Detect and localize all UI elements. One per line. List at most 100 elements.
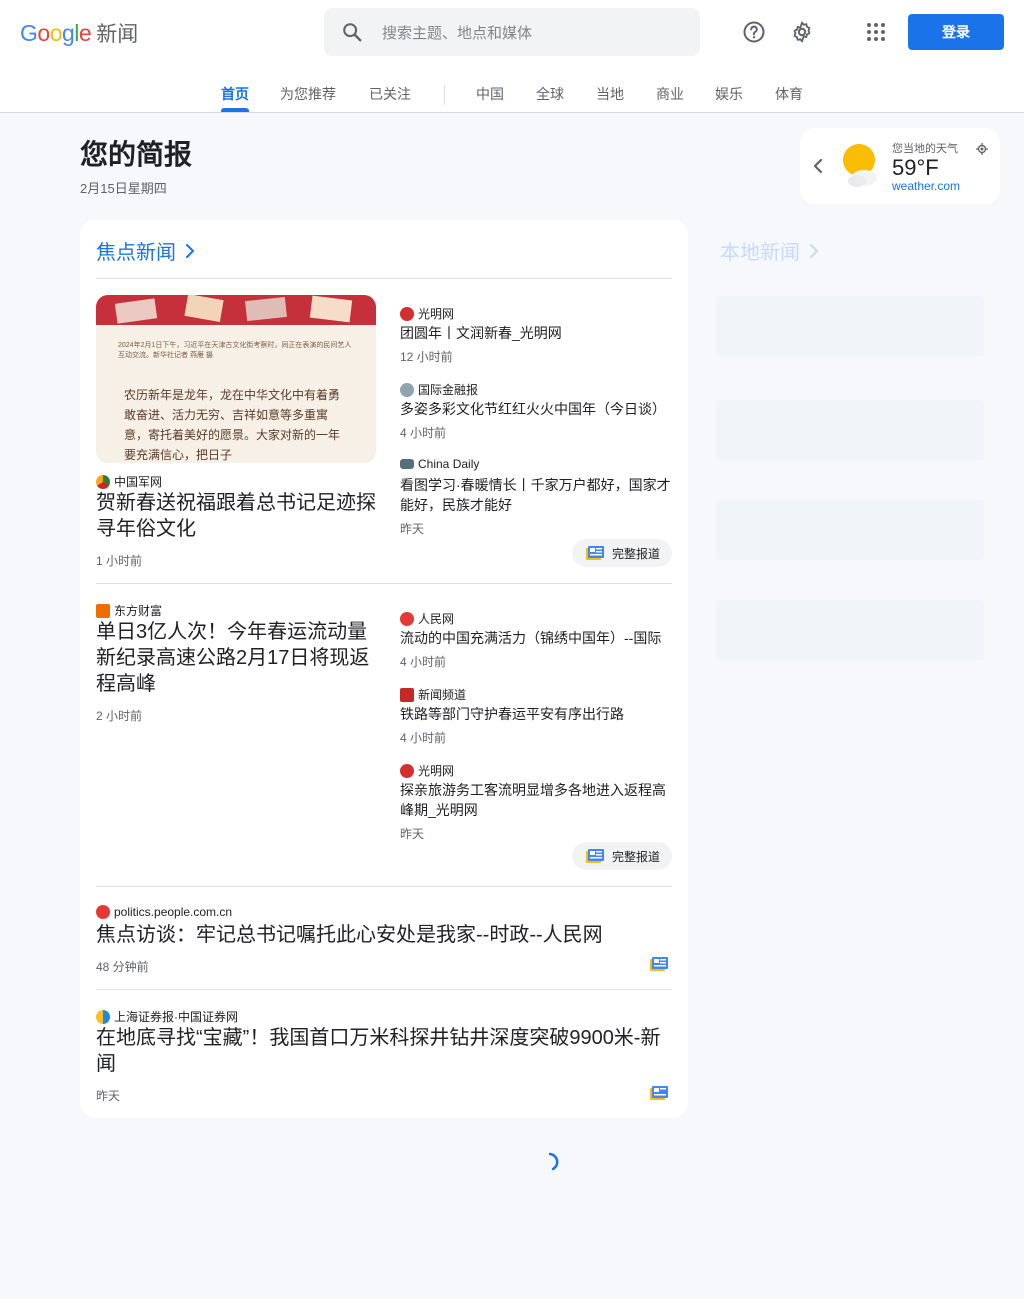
tab-following[interactable]: 已关注 (369, 84, 411, 104)
source-name: 东方财富 (114, 604, 163, 618)
loading-spinner-icon (538, 1150, 562, 1179)
source-name: 光明网 (418, 764, 455, 778)
thumbnail-caption: 2024年2月1日下午，习近平在天津古文化街考察时，同正在表演的民间艺人互动交流… (118, 342, 352, 359)
tab-for-you[interactable]: 为您推荐 (280, 84, 336, 104)
search-box[interactable]: 搜索主题、地点和媒体 (324, 8, 700, 56)
source-name: 国际金融报 (418, 383, 479, 397)
related-title[interactable]: 流动的中国充满活力（锦绣中国年）--国际 (400, 628, 672, 648)
loading-placeholder (716, 500, 984, 560)
apps-icon[interactable] (860, 16, 892, 48)
top-stories-heading[interactable]: 焦点新闻 (96, 236, 198, 265)
related-time: 4 小时前 (400, 731, 447, 745)
source-logo-icon (400, 459, 414, 469)
login-button[interactable]: 登录 (908, 14, 1004, 50)
story-title[interactable]: 在地底寻找“宝藏”！我国首口万米科探井钻井深度突破9900米-新闻 (96, 1025, 672, 1077)
search-icon[interactable] (324, 21, 380, 43)
tab-sports[interactable]: 体育 (775, 84, 803, 104)
related-title[interactable]: 多姿多彩文化节红红火火中国年（今日谈） (400, 399, 672, 419)
related-time: 昨天 (400, 827, 425, 841)
logo-google-text: Google (20, 19, 92, 46)
active-tab-indicator (221, 108, 249, 112)
full-coverage-icon[interactable] (650, 957, 668, 976)
divider (96, 886, 672, 887)
story-source: 东方财富 (96, 602, 162, 619)
story-title[interactable]: 单日3亿人次！今年春运流动量新纪录高速公路2月17日将现返程高峰 (96, 619, 380, 697)
local-news-label: 本地新闻 (720, 242, 800, 264)
related-time: 12 小时前 (400, 350, 453, 364)
related-title[interactable]: 探亲旅游务工客流明显增多各地进入返程高峰期_光明网 (400, 780, 672, 820)
top-stories-card: 焦点新闻 2024年2月1日下午，习近平在天津古文化街考察时，同正在表演的民间艺… (80, 220, 688, 1118)
settings-icon[interactable] (786, 16, 818, 48)
partly-cloudy-icon (840, 142, 880, 188)
related-time: 昨天 (400, 522, 425, 536)
divider (96, 583, 672, 584)
tab-china[interactable]: 中国 (476, 84, 504, 104)
weather-source-link[interactable]: weather.com (892, 179, 960, 193)
search-input[interactable]: 搜索主题、地点和媒体 (382, 22, 532, 43)
nav-tabs: 首页 为您推荐 已关注 中国 全球 当地 商业 娱乐 体育 (0, 72, 1024, 112)
related-source: China Daily (400, 457, 479, 471)
full-coverage-label: 完整报道 (612, 546, 661, 561)
chevron-right-icon (186, 243, 195, 258)
source-name: 中国军网 (114, 475, 163, 489)
full-coverage-icon (586, 849, 604, 863)
related-time: 4 小时前 (400, 655, 447, 669)
logo-news-text: 新闻 (96, 23, 139, 46)
source-logo-icon (96, 905, 110, 919)
weather-label: 您当地的天气 (892, 143, 958, 155)
loading-placeholder (716, 296, 984, 356)
source-name: 上海证券报·中国证券网 (114, 1010, 238, 1024)
source-logo-icon (96, 1009, 110, 1024)
full-coverage-icon (586, 546, 604, 560)
briefing-date: 2月15日星期四 (80, 181, 167, 196)
source-logo-icon (96, 603, 110, 618)
weather-widget[interactable]: 您当地的天气 59°F weather.com (800, 128, 1000, 204)
related-source: 光明网 (400, 305, 454, 322)
full-coverage-button[interactable]: 完整报道 (572, 842, 672, 870)
loading-placeholder (716, 400, 984, 460)
top-header: Google 新闻 搜索主题、地点和媒体 登录 首页 为您推荐 已关注 中国 全… (0, 0, 1024, 113)
tab-world[interactable]: 全球 (536, 84, 564, 104)
source-name: 新闻频道 (418, 688, 467, 702)
story-title[interactable]: 贺新春送祝福跟着总书记足迹探寻年俗文化 (96, 490, 380, 542)
source-logo-icon (400, 763, 414, 778)
source-logo-icon (400, 687, 414, 702)
source-logo-icon (400, 306, 414, 321)
related-title[interactable]: 团圆年丨文润新春_光明网 (400, 323, 672, 343)
story-time: 昨天 (96, 1089, 121, 1103)
story-source: politics.people.com.cn (96, 905, 232, 919)
source-name: China Daily (418, 457, 480, 471)
story-time: 1 小时前 (96, 554, 143, 568)
tab-entertainment[interactable]: 娱乐 (715, 84, 743, 104)
google-news-logo[interactable]: Google 新闻 (20, 17, 138, 49)
related-title[interactable]: 铁路等部门守护春运平安有序出行路 (400, 704, 672, 724)
source-logo-icon (96, 474, 110, 489)
loading-placeholder (716, 600, 984, 660)
tab-local[interactable]: 当地 (596, 84, 624, 104)
story-time: 2 小时前 (96, 709, 143, 723)
chevron-left-icon[interactable] (812, 156, 824, 181)
weather-temperature: 59°F (892, 155, 939, 180)
story-thumbnail[interactable]: 2024年2月1日下午，习近平在天津古文化街考察时，同正在表演的民间艺人互动交流… (96, 295, 376, 463)
full-coverage-button[interactable]: 完整报道 (572, 539, 672, 567)
related-title[interactable]: 看图学习·春暖情长丨千家万户都好，国家才能好，民族才能好 (400, 475, 672, 515)
divider (96, 278, 672, 279)
related-time: 4 小时前 (400, 426, 447, 440)
related-source: 国际金融报 (400, 381, 478, 398)
location-icon[interactable] (976, 142, 988, 160)
chevron-right-icon (810, 243, 819, 258)
thumbnail-body-text: 农历新年是龙年，龙在中华文化中有着勇敢奋进、活力无穷、吉祥如意等多重寓意，寄托着… (124, 388, 341, 462)
related-source: 光明网 (400, 762, 454, 779)
related-source: 新闻频道 (400, 686, 466, 703)
full-coverage-icon[interactable] (650, 1086, 668, 1105)
top-stories-label: 焦点新闻 (96, 242, 176, 264)
local-news-heading[interactable]: 本地新闻 (720, 236, 822, 265)
source-name: 光明网 (418, 307, 455, 321)
source-logo-icon (400, 382, 414, 397)
story-title[interactable]: 焦点访谈：牢记总书记嘱托此心安处是我家--时政--人民网 (96, 922, 672, 948)
story-time: 48 分钟前 (96, 960, 149, 974)
help-icon[interactable] (738, 16, 770, 48)
tab-home[interactable]: 首页 (221, 84, 249, 104)
tab-business[interactable]: 商业 (656, 84, 684, 104)
tab-divider (444, 85, 445, 105)
